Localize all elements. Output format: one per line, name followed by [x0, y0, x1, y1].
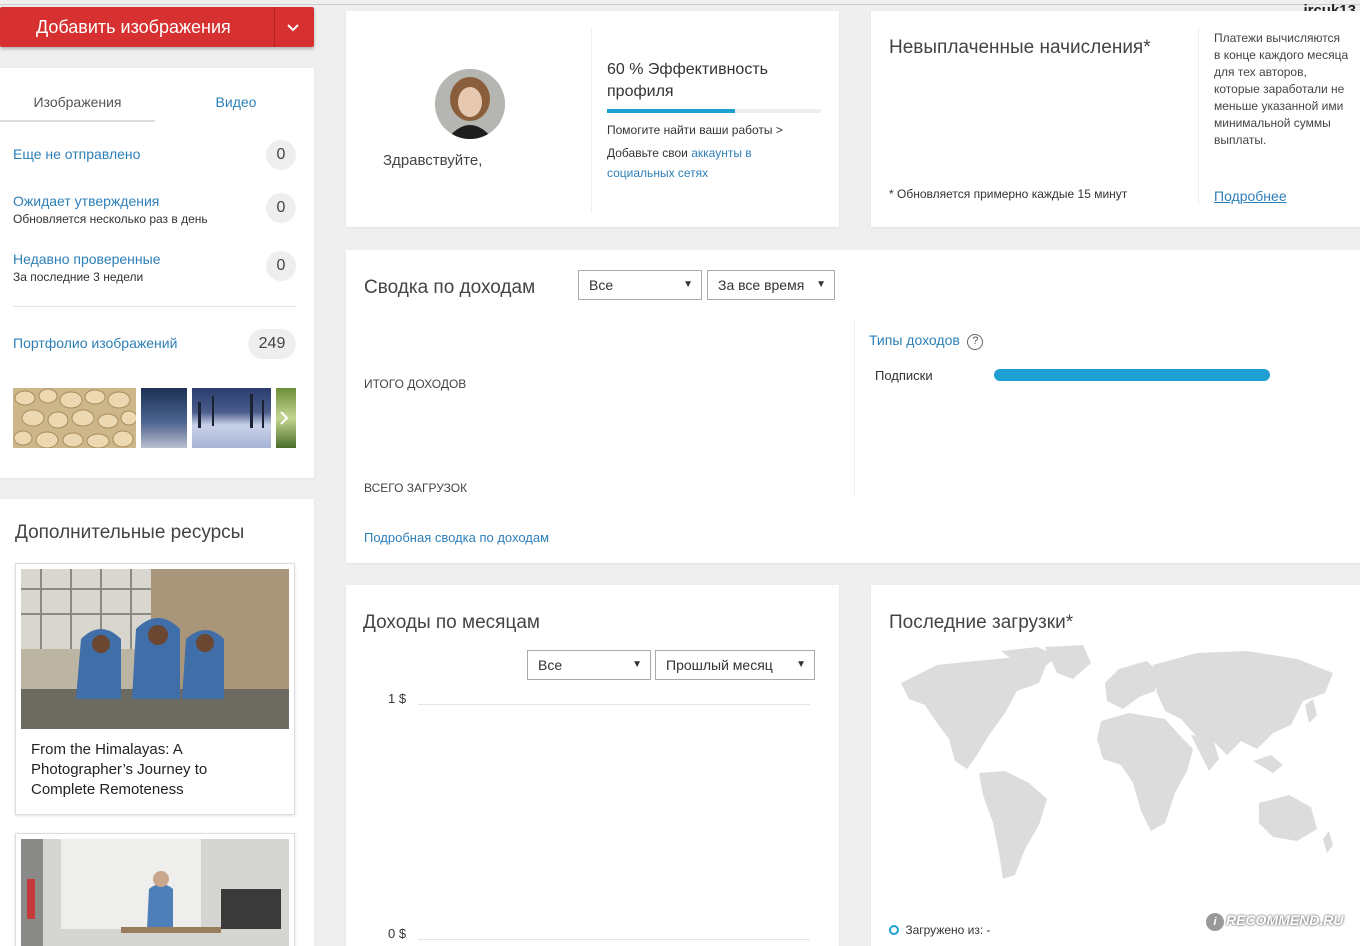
total-earnings-label: ИТОГО ДОХОДОВ [364, 377, 467, 391]
add-dropdown-divider [274, 7, 275, 47]
earnings-type-select[interactable]: Все ▼ [578, 270, 702, 300]
earnings-types-header: Типы доходов ? [869, 332, 984, 350]
article-image [21, 569, 289, 729]
detailed-summary-link[interactable]: Подробная сводка по доходам [364, 530, 549, 545]
resources-card: Дополнительные ресурсы From the Himalaya… [0, 499, 314, 946]
help-icon[interactable]: ? [967, 334, 984, 350]
y-axis-bottom-label: 0 $ [388, 926, 407, 941]
portfolio-thumb-peanuts[interactable] [13, 388, 136, 448]
article-title: From the Himalayas: A Photographer’s Jou… [31, 741, 208, 798]
efficiency-label: 60 % Эффективность профиля [607, 61, 768, 100]
recent-title: Последние загрузки* [889, 612, 1074, 633]
portfolio-count: 249 [248, 329, 296, 359]
profile-card: Здравствуйте, 60 % Эффективность профиля… [346, 11, 839, 227]
status-sub: Обновляется несколько раз в день [13, 212, 208, 226]
unpaid-note: * Обновляется примерно каждые 15 минут [889, 187, 1128, 201]
earnings-type-label: Подписки [875, 368, 933, 383]
earnings-type-value: Все [589, 277, 614, 293]
earnings-summary-title: Сводка по доходам [364, 277, 536, 298]
grid-line-top [418, 704, 810, 705]
monthly-period-value: Прошлый месяц [666, 657, 773, 673]
summary-divider [854, 320, 855, 495]
unpaid-divider [1198, 27, 1199, 205]
monthly-type-value: Все [538, 657, 563, 673]
efficiency-bar-fill [607, 109, 736, 113]
add-accounts-prefix: Добавьте свои [607, 146, 688, 160]
status-label: Недавно проверенные [13, 251, 161, 267]
monthly-title: Доходы по месяцам [363, 612, 540, 633]
status-count: 0 [266, 140, 296, 170]
chevron-down-icon[interactable] [286, 20, 300, 34]
add-images-label: Добавить изображения [36, 17, 231, 37]
portfolio-thumb-snow-forest[interactable] [192, 388, 271, 448]
map-legend: Загружено из: - [889, 923, 991, 937]
y-axis-top-label: 1 $ [388, 691, 407, 706]
status-label: Ожидает утверждения [13, 193, 160, 209]
resources-title: Дополнительные ресурсы [15, 522, 245, 543]
watermark-text: RECOMMEND.RU [1226, 912, 1344, 928]
monthly-earnings-card: Доходы по месяцам Все ▼ Прошлый месяц ▼ … [346, 585, 839, 946]
more-link[interactable]: Подробнее [1214, 188, 1287, 204]
profile-divider [591, 29, 592, 213]
help-find-link[interactable]: Помогите найти ваши работы > [607, 123, 783, 137]
status-count: 0 [266, 193, 296, 223]
caret-down-icon: ▼ [816, 279, 826, 290]
watermark: i RECOMMEND.RU [1206, 912, 1343, 931]
article-card[interactable] [15, 833, 295, 946]
article-card[interactable]: From the Himalayas: A Photographer’s Jou… [15, 563, 295, 815]
portfolio-thumb-flowers[interactable] [276, 388, 296, 448]
tab-images-label: Изображения [33, 94, 122, 110]
monthly-type-select[interactable]: Все ▼ [527, 650, 651, 680]
earnings-type-track [994, 369, 1270, 381]
divider [13, 306, 296, 307]
chevron-right-icon[interactable] [278, 410, 290, 426]
earnings-period-value: За все время [718, 277, 805, 293]
status-count: 0 [266, 251, 296, 281]
article-image [21, 839, 289, 946]
add-accounts-text: Добавьте свои аккаунты в социальных сетя… [607, 143, 782, 183]
total-downloads-label: ВСЕГО ЗАГРУЗОК [364, 481, 468, 495]
watermark-logo-icon: i [1206, 913, 1224, 931]
unpaid-title: Невыплаченные начисления* [889, 37, 1151, 58]
greeting: Здравствуйте, [383, 152, 483, 169]
caret-down-icon: ▼ [632, 659, 642, 670]
earnings-period-select[interactable]: За все время ▼ [707, 270, 835, 300]
portfolio-label: Портфолио изображений [13, 335, 178, 351]
status-sub: За последние 3 недели [13, 270, 144, 284]
efficiency-bar [607, 109, 821, 113]
payout-info: Платежи вычисляются в конце каждого меся… [1214, 31, 1349, 147]
portfolio-thumb-winter-sky[interactable] [141, 388, 187, 448]
legend-dot-icon [889, 925, 899, 935]
caret-down-icon: ▼ [683, 279, 693, 290]
status-label: Еще не отправлено [13, 146, 141, 162]
world-map [901, 645, 1333, 879]
earnings-types-title[interactable]: Типы доходов [869, 332, 960, 348]
tab-images[interactable]: Изображения [0, 88, 155, 122]
grid-line-bottom [418, 939, 810, 940]
earnings-type-bar [994, 369, 1270, 381]
top-rule [0, 4, 1360, 5]
submissions-card: Изображения Видео Еще не отправлено 0 Ож… [0, 68, 314, 478]
monthly-period-select[interactable]: Прошлый месяц ▼ [655, 650, 815, 680]
earnings-summary-card: Сводка по доходам Все ▼ За все время ▼ И… [346, 250, 1360, 563]
caret-down-icon: ▼ [796, 659, 806, 670]
legend-label: Загружено из: - [905, 923, 991, 937]
tab-video[interactable]: Видео [158, 88, 314, 122]
tab-video-label: Видео [215, 94, 257, 110]
add-images-button[interactable]: Добавить изображения [0, 7, 314, 47]
recent-downloads-card: Последние загрузки* Загружено из: - i REC… [871, 585, 1360, 946]
avatar[interactable] [435, 69, 505, 139]
unpaid-earnings-card: Невыплаченные начисления* * Обновляется … [871, 11, 1360, 227]
